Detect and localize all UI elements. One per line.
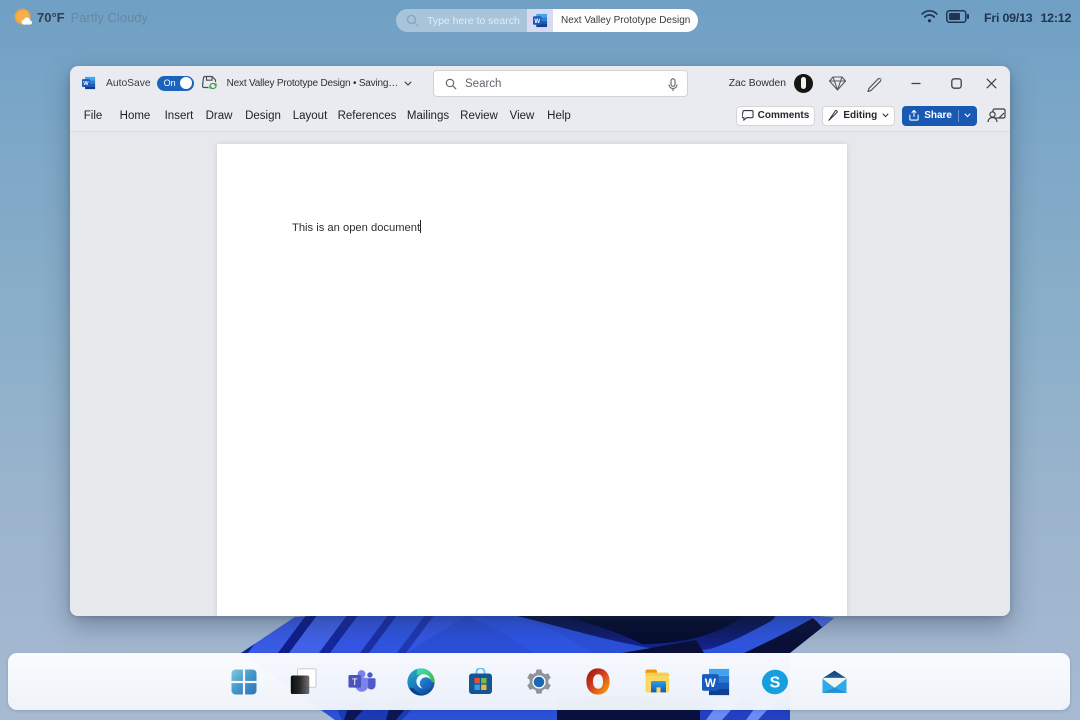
svg-text:W: W <box>83 81 89 87</box>
svg-text:W: W <box>534 18 540 25</box>
svg-text:W: W <box>705 676 717 690</box>
svg-text:T: T <box>352 676 358 686</box>
svg-text:S: S <box>770 674 781 691</box>
